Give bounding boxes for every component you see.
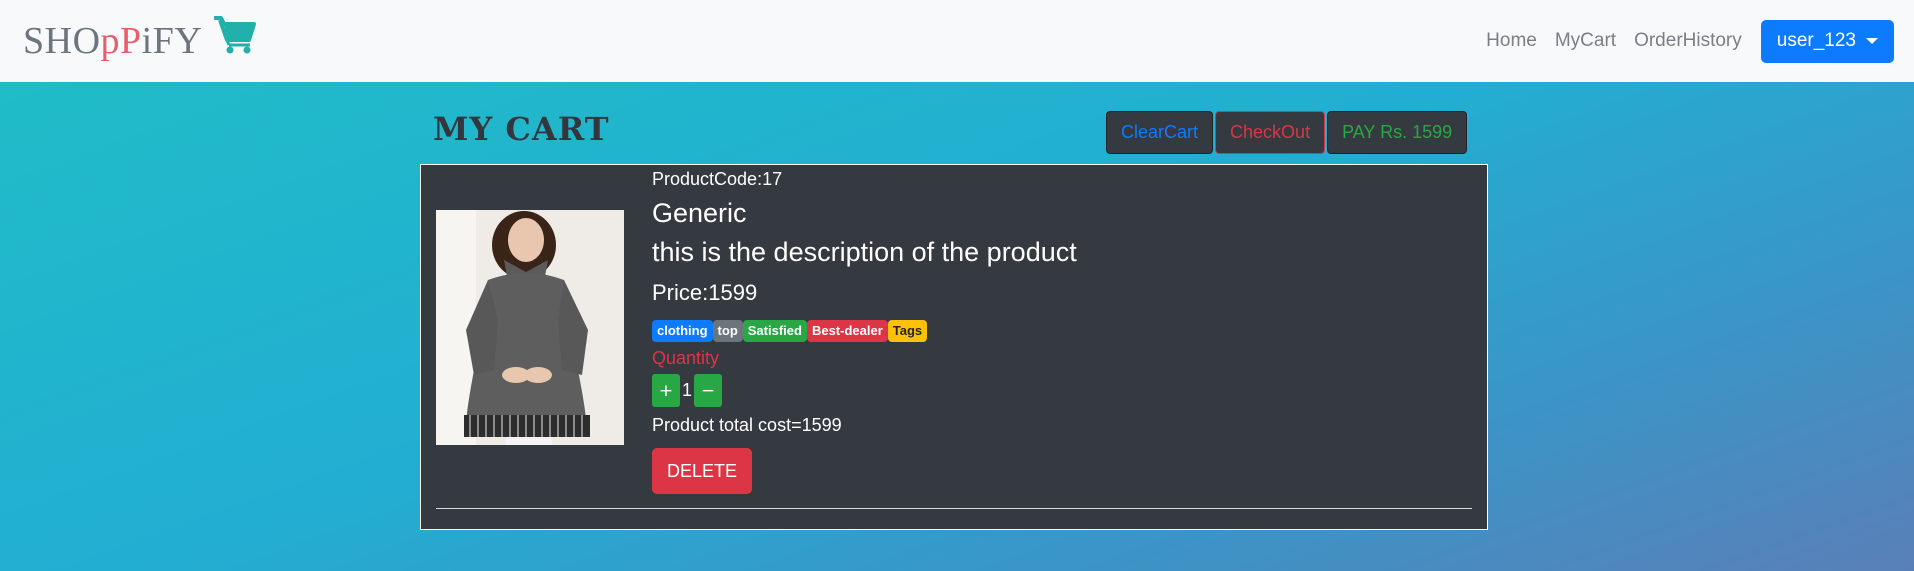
delete-button[interactable]: DELETE xyxy=(652,448,753,494)
nav-links: Home MyCart OrderHistory user_123 xyxy=(1468,19,1894,63)
product-tags: clothing top Satisfied Best-dealer Tags xyxy=(652,320,1077,342)
cart-item-card: ProductCode:17 Generic this is the descr… xyxy=(420,164,1488,530)
nav-mycart-link[interactable]: MyCart xyxy=(1555,30,1616,52)
pay-button[interactable]: PAY Rs. 1599 xyxy=(1327,111,1468,154)
quantity-value: 1 xyxy=(682,380,693,400)
brand-text-part2: pP xyxy=(100,20,142,62)
product-image xyxy=(436,210,624,445)
product-info: ProductCode:17 Generic this is the descr… xyxy=(652,169,1077,494)
product-code: ProductCode:17 xyxy=(652,169,783,189)
caret-down-icon xyxy=(1866,38,1878,44)
decrease-quantity-button[interactable]: − xyxy=(694,374,723,407)
tag-badge: top xyxy=(712,320,743,342)
tag-badge: Tags xyxy=(887,320,928,342)
cart-actions: ClearCart CheckOut PAY Rs. 1599 xyxy=(1106,111,1469,154)
shopping-cart-icon xyxy=(212,14,257,64)
product-name: Generic xyxy=(652,198,747,228)
tag-badge: clothing xyxy=(652,320,713,342)
divider xyxy=(436,508,1472,509)
tag-badge: Best-dealer xyxy=(806,320,888,342)
navbar: SHO pP iFY Home MyCart OrderHistory user_1… xyxy=(0,0,1914,82)
checkout-button[interactable]: CheckOut xyxy=(1215,111,1326,154)
quantity-stepper: + 1 − xyxy=(652,374,1077,407)
increase-quantity-button[interactable]: + xyxy=(652,374,680,407)
brand-logo[interactable]: SHO pP iFY xyxy=(23,16,257,64)
page-title: My Cart xyxy=(433,110,610,148)
nav-home-link[interactable]: Home xyxy=(1486,30,1537,52)
quantity-label: Quantity xyxy=(652,348,720,368)
product-total-cost: Product total cost=1599 xyxy=(652,415,842,435)
user-name: user_123 xyxy=(1776,30,1856,51)
product-description: this is the description of the product xyxy=(652,237,1077,267)
user-dropdown-button[interactable]: user_123 xyxy=(1760,19,1894,63)
clear-cart-button[interactable]: ClearCart xyxy=(1106,111,1214,154)
brand-text-part3: iFY xyxy=(141,20,203,62)
brand-text-part1: SHO xyxy=(23,20,101,62)
nav-orderhistory-link[interactable]: OrderHistory xyxy=(1634,30,1742,52)
tag-badge: Satisfied xyxy=(742,320,807,342)
product-price: Price:1599 xyxy=(652,280,758,305)
